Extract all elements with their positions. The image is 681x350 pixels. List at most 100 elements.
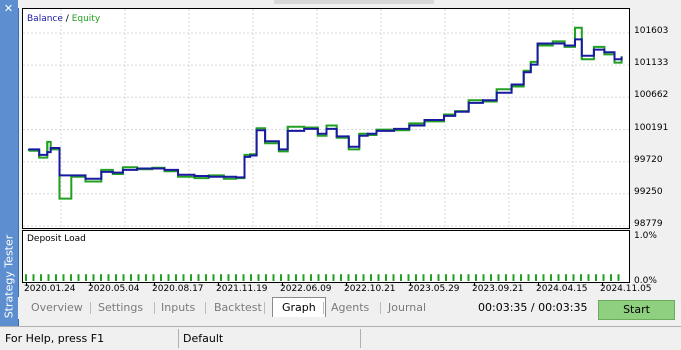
- tab-backtest[interactable]: Backtest: [214, 300, 262, 316]
- tab-graph[interactable]: Graph: [272, 297, 326, 317]
- balance-point: [163, 169, 166, 171]
- balance-point: [510, 83, 513, 86]
- load-bar: [145, 274, 147, 281]
- load-bar: [137, 274, 140, 281]
- load-bar: [62, 274, 65, 281]
- load-bar: [505, 274, 507, 281]
- balance-point: [243, 156, 246, 158]
- balance-point: [255, 129, 258, 132]
- splitter-grip[interactable]: [274, 0, 434, 4]
- x-tick-mark: [154, 282, 155, 286]
- x-tick-mark: [474, 282, 475, 286]
- close-icon[interactable]: ✕: [3, 3, 14, 14]
- tab-agents[interactable]: Agents: [331, 300, 369, 316]
- y-tick-label: 99250: [634, 186, 663, 197]
- load-bar: [182, 274, 185, 281]
- load-bar: [332, 274, 335, 281]
- load-bar: [362, 274, 365, 281]
- balance-point: [325, 128, 328, 130]
- load-bar: [347, 274, 350, 281]
- legend-separator: /: [65, 14, 69, 24]
- load-bar: [92, 274, 95, 281]
- balance-point: [375, 130, 378, 132]
- load-bar: [535, 274, 537, 281]
- load-bar: [467, 274, 470, 281]
- load-bar: [580, 274, 582, 281]
- balance-point: [603, 51, 606, 54]
- status-divider: [360, 329, 361, 348]
- load-bar: [377, 274, 380, 281]
- x-tick-label: 2024.04.15: [536, 284, 588, 294]
- load-bar: [557, 274, 560, 281]
- load-bar: [197, 274, 200, 281]
- balance-point: [482, 99, 484, 101]
- load-bar: [550, 274, 552, 281]
- y-tick-label: 99720: [634, 154, 663, 165]
- balance-point: [522, 71, 525, 73]
- load-bar: [77, 274, 80, 281]
- tab-separator: [264, 302, 265, 314]
- x-tick-mark: [346, 282, 347, 286]
- load-bar: [167, 274, 170, 281]
- balance-point: [348, 145, 350, 148]
- load-bar: [385, 274, 387, 281]
- status-divider: [178, 329, 179, 348]
- balance-point: [613, 58, 616, 60]
- load-y-tick-label: 1.0%: [634, 231, 657, 241]
- balance-point: [393, 128, 395, 130]
- tab-inputs[interactable]: Inputs: [161, 300, 195, 316]
- x-tick-label: 2022.06.09: [280, 284, 332, 294]
- balance-point: [112, 171, 114, 174]
- load-bar: [175, 274, 177, 281]
- deposit-load-plot: [25, 274, 620, 281]
- load-bar: [392, 274, 395, 281]
- y-tick-label: 100191: [634, 122, 669, 133]
- load-bar: [497, 274, 500, 281]
- x-tick-label: 2023.09.21: [472, 284, 524, 294]
- load-bar: [617, 274, 620, 281]
- load-bar: [295, 274, 297, 281]
- legend-equity: Equity: [71, 14, 101, 24]
- balance-point: [574, 38, 576, 41]
- load-bar: [220, 274, 222, 281]
- balance-point: [620, 56, 623, 58]
- load-bar: [482, 274, 485, 281]
- x-tick-mark: [602, 282, 603, 286]
- panel-title: Strategy Tester: [2, 234, 16, 319]
- load-bar: [595, 274, 597, 281]
- balance-point: [235, 176, 237, 179]
- balance-point: [316, 132, 319, 135]
- load-bar: [287, 274, 290, 281]
- balance-point: [27, 148, 30, 151]
- balance-point: [454, 110, 456, 113]
- top-splitter[interactable]: [18, 0, 681, 8]
- balance-point: [207, 175, 210, 178]
- load-bar: [422, 274, 425, 281]
- load-bar: [235, 274, 237, 281]
- x-tick-label: 2021.11.19: [216, 284, 268, 294]
- balance-point: [84, 177, 87, 180]
- load-bar: [512, 274, 515, 281]
- tab-journal[interactable]: Journal: [388, 300, 426, 316]
- tab-settings[interactable]: Settings: [98, 300, 143, 316]
- x-tick-label: 2020.01.24: [24, 284, 76, 294]
- tab-overview[interactable]: Overview: [31, 300, 83, 316]
- load-bar: [310, 274, 312, 281]
- balance-equity-chart: Balance / Equity: [22, 8, 630, 229]
- balance-point: [467, 102, 470, 104]
- balance-point: [358, 134, 361, 137]
- load-bar: [85, 274, 87, 281]
- start-button[interactable]: Start: [598, 300, 675, 320]
- load-bar: [460, 274, 462, 281]
- balance-point: [286, 130, 289, 132]
- deposit-load-chart: Deposit Load: [22, 230, 630, 283]
- tab-separator: [380, 302, 381, 314]
- y-tick-label: 101603: [634, 26, 669, 36]
- load-bar: [212, 274, 215, 281]
- balance-point: [563, 44, 566, 47]
- x-tick-label: 2023.05.29: [408, 284, 460, 294]
- x-tick-mark: [410, 282, 411, 286]
- x-tick-mark: [26, 282, 27, 286]
- x-tick-label: 2024.11.05: [600, 284, 652, 294]
- load-bar: [122, 274, 125, 281]
